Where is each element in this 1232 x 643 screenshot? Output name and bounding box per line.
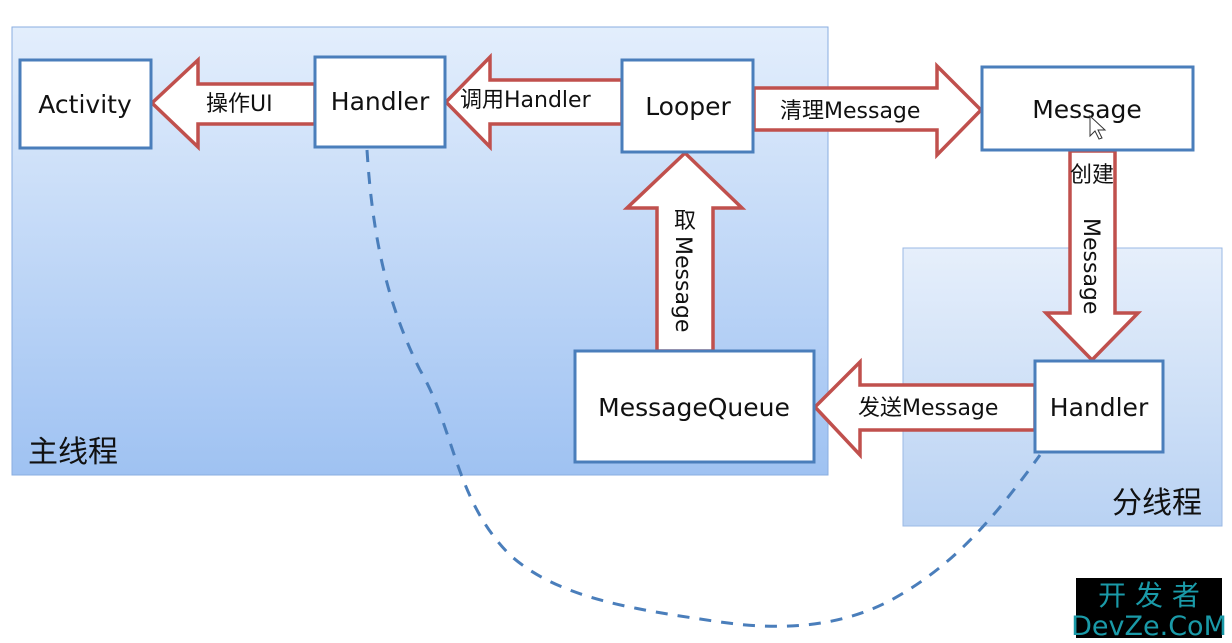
arrow-label: 清理Message: [780, 99, 920, 124]
arrow-label: Message: [1078, 218, 1103, 314]
arrow-label: 发送Message: [858, 396, 998, 421]
arrow-label: Message: [670, 236, 695, 332]
node-label: Message: [1032, 95, 1142, 124]
node-label: Handler: [331, 87, 430, 116]
node-looper: Looper: [620, 58, 755, 154]
node-label: MessageQueue: [598, 393, 790, 422]
handler-diagram: 主线程 分线程 操作UI 调用Handler 清理Message 取 Messa…: [11, 26, 1227, 642]
sub-thread-label: 分线程: [1112, 486, 1202, 521]
watermark-text: DevZe.CoM: [1071, 611, 1227, 642]
node-handler-sub: Handler: [1033, 359, 1165, 454]
node-label: Looper: [645, 92, 731, 121]
main-thread-label: 主线程: [28, 435, 118, 470]
watermark-text: 开 发 者: [1098, 579, 1200, 612]
arrow-label: 操作UI: [206, 92, 273, 117]
arrow-label: 创建: [1070, 163, 1114, 188]
node-activity: Activity: [18, 58, 153, 150]
node-message: Message: [980, 65, 1195, 152]
node-label: Activity: [38, 90, 132, 119]
watermark-logo: 开 发 者 DevZe.CoM: [1071, 578, 1227, 642]
node-label: Handler: [1050, 393, 1149, 422]
arrow-label: 调用Handler: [460, 88, 592, 113]
arrow-label: 取: [674, 209, 696, 234]
node-handler-main: Handler: [313, 55, 447, 149]
node-message-queue: MessageQueue: [573, 349, 816, 464]
